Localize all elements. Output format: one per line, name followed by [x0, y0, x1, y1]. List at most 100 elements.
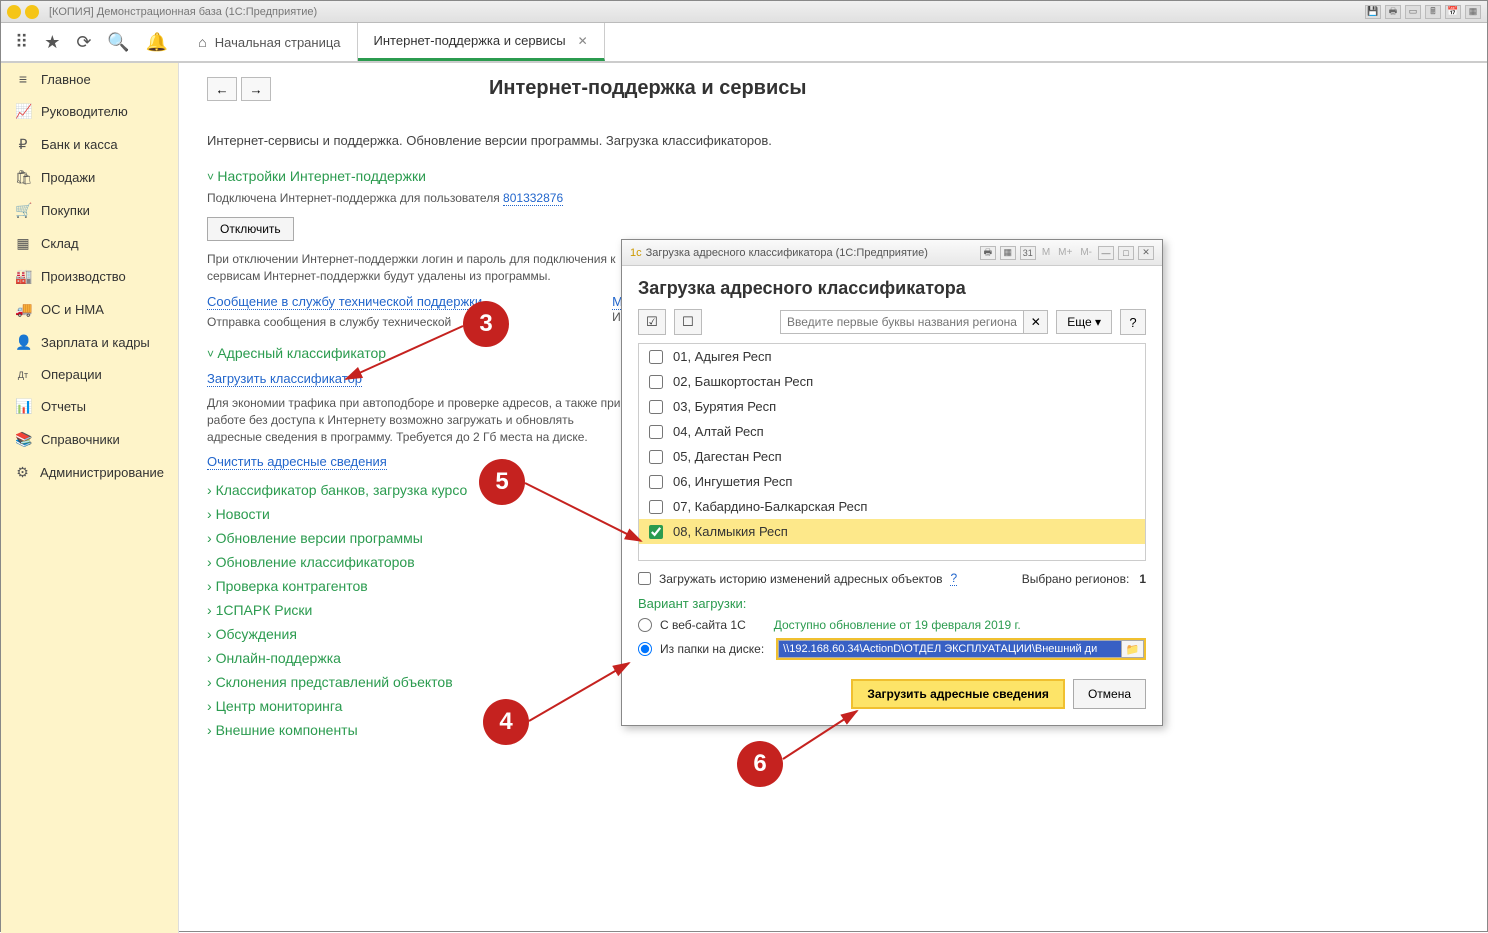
region-label: 01, Адыгея Респ [673, 349, 772, 364]
truck-icon: 🚚 [15, 301, 31, 318]
support-link[interactable]: Сообщение в службу технической поддержки [207, 294, 482, 310]
region-row[interactable]: 01, Адыгея Респ [639, 344, 1145, 369]
radio-folder[interactable] [638, 642, 652, 656]
sidebar-label: Руководителю [41, 104, 128, 119]
region-label: 08, Калмыкия Респ [673, 524, 788, 539]
tb-grid-icon[interactable]: ▦ [1465, 5, 1481, 19]
ruble-icon: ₽ [15, 136, 31, 153]
region-checkbox[interactable] [649, 500, 663, 514]
cancel-button[interactable]: Отмена [1073, 679, 1146, 709]
more-button[interactable]: Еще ▾ [1056, 310, 1112, 334]
sidebar-item-salary[interactable]: 👤Зарплата и кадры [1, 326, 178, 359]
browse-folder-button[interactable]: 📁 [1122, 640, 1144, 658]
tb-cal-icon[interactable]: 📅 [1445, 5, 1461, 19]
disconnect-button[interactable]: Отключить [207, 217, 294, 241]
modal-print-icon[interactable]: 🖶 [980, 246, 996, 260]
load-addresses-button[interactable]: Загрузить адресные сведения [851, 679, 1065, 709]
dropdown-icon[interactable] [25, 5, 39, 19]
clear-addr-link[interactable]: Очистить адресные сведения [207, 454, 387, 470]
region-checkbox[interactable] [649, 400, 663, 414]
page-subtitle: Интернет-сервисы и поддержка. Обновление… [207, 133, 1459, 148]
region-row[interactable]: 06, Ингушетия Респ [639, 469, 1145, 494]
modal-header: Загрузка адресного классификатора [622, 266, 1162, 309]
sidebar-item-admin[interactable]: ⚙Администрирование [1, 456, 178, 489]
modal-window-title: Загрузка адресного классификатора (1С:Пр… [646, 247, 928, 259]
sidebar-item-production[interactable]: 🏭Производство [1, 260, 178, 293]
region-row[interactable]: 05, Дагестан Респ [639, 444, 1145, 469]
history-icon[interactable]: ⟳ [76, 32, 91, 53]
region-checkbox[interactable] [649, 425, 663, 439]
sidebar-item-main[interactable]: ≡Главное [1, 63, 178, 95]
uncheck-all-button[interactable]: ☐ [674, 309, 702, 335]
sidebar-label: Администрирование [40, 465, 164, 480]
window-title: [КОПИЯ] Демонстрационная база (1С:Предпр… [49, 6, 317, 18]
user-id-link[interactable]: 801332876 [503, 191, 563, 206]
bell-icon[interactable]: 🔔 [146, 32, 168, 53]
forward-button[interactable]: → [241, 77, 271, 101]
cart-icon: 🛒 [15, 202, 31, 219]
selected-label: Выбрано регионов: [1022, 572, 1130, 586]
page-title: Интернет-поддержка и сервисы [489, 77, 806, 100]
help-button[interactable]: ? [1120, 309, 1146, 335]
tb-save-icon[interactable]: 💾 [1365, 5, 1381, 19]
sidebar-label: Справочники [41, 432, 120, 447]
region-list[interactable]: 01, Адыгея Респ 02, Башкортостан Респ 03… [638, 343, 1146, 561]
clear-search-button[interactable]: ✕ [1024, 310, 1048, 334]
sidebar-item-reports[interactable]: 📊Отчеты [1, 390, 178, 423]
sidebar-item-bank[interactable]: ₽Банк и касса [1, 128, 178, 161]
modal-grid-icon[interactable]: ▦ [1000, 246, 1016, 260]
callout-5: 5 [479, 459, 525, 505]
sidebar-item-sales[interactable]: 🛍Продажи [1, 161, 178, 194]
tab-services-label: Интернет-поддержка и сервисы [374, 33, 566, 48]
modal-mminus-btn[interactable]: M- [1078, 247, 1094, 258]
region-checkbox[interactable] [649, 350, 663, 364]
region-checkbox[interactable] [649, 525, 663, 539]
sidebar-item-warehouse[interactable]: ▦Склад [1, 227, 178, 260]
callout-4: 4 [483, 699, 529, 745]
history-help-link[interactable]: ? [950, 571, 957, 586]
radio-web[interactable] [638, 618, 652, 632]
region-label: 03, Бурятия Респ [673, 399, 776, 414]
sidebar-item-assets[interactable]: 🚚ОС и НМА [1, 293, 178, 326]
folder-path-input[interactable] [778, 640, 1122, 658]
region-row[interactable]: 02, Башкортостан Респ [639, 369, 1145, 394]
radio-web-label: С веб-сайта 1С [660, 618, 746, 632]
modal-close-icon[interactable]: ✕ [1138, 246, 1154, 260]
sidebar-item-refs[interactable]: 📚Справочники [1, 423, 178, 456]
region-row[interactable]: 03, Бурятия Респ [639, 394, 1145, 419]
home-icon: ⌂ [198, 34, 206, 50]
factory-icon: 🏭 [15, 268, 31, 285]
sidebar-item-purchases[interactable]: 🛒Покупки [1, 194, 178, 227]
address-classifier-modal: 1c Загрузка адресного классификатора (1С… [621, 239, 1163, 726]
sidebar-label: Склад [41, 236, 79, 251]
load-classifier-link[interactable]: Загрузить классификатор [207, 371, 362, 387]
region-checkbox[interactable] [649, 450, 663, 464]
section-internet-settings[interactable]: Настройки Интернет-поддержки [207, 168, 1459, 184]
sidebar-item-manager[interactable]: 📈Руководителю [1, 95, 178, 128]
history-checkbox[interactable] [638, 572, 651, 585]
check-all-button[interactable]: ☑ [638, 309, 666, 335]
modal-m-btn[interactable]: M [1040, 247, 1052, 258]
region-row-selected[interactable]: 08, Калмыкия Респ [639, 519, 1145, 544]
search-icon[interactable]: 🔍 [107, 32, 129, 53]
back-button[interactable]: ← [207, 77, 237, 101]
region-row[interactable]: 07, Кабардино-Балкарская Респ [639, 494, 1145, 519]
tab-services[interactable]: Интернет-поддержка и сервисы ✕ [358, 23, 605, 61]
region-row[interactable]: 04, Алтай Респ [639, 419, 1145, 444]
tb-calc-icon[interactable]: 🖩 [1425, 5, 1441, 19]
sidebar-item-operations[interactable]: ДтОперации [1, 359, 178, 390]
modal-max-icon[interactable]: □ [1118, 246, 1134, 260]
tab-home[interactable]: ⌂ Начальная страница [182, 23, 357, 61]
apps-icon[interactable]: ⠿ [15, 32, 28, 53]
tb-print-icon[interactable]: 🖶 [1385, 5, 1401, 19]
region-checkbox[interactable] [649, 475, 663, 489]
region-checkbox[interactable] [649, 375, 663, 389]
modal-cal-icon[interactable]: 31 [1020, 246, 1036, 260]
close-icon[interactable]: ✕ [578, 34, 588, 48]
region-search-input[interactable] [780, 310, 1024, 334]
tb-doc-icon[interactable]: ▭ [1405, 5, 1421, 19]
selected-count: 1 [1139, 572, 1146, 586]
star-icon[interactable]: ★ [44, 32, 60, 53]
modal-min-icon[interactable]: — [1098, 246, 1114, 260]
modal-mplus-btn[interactable]: M+ [1056, 247, 1074, 258]
